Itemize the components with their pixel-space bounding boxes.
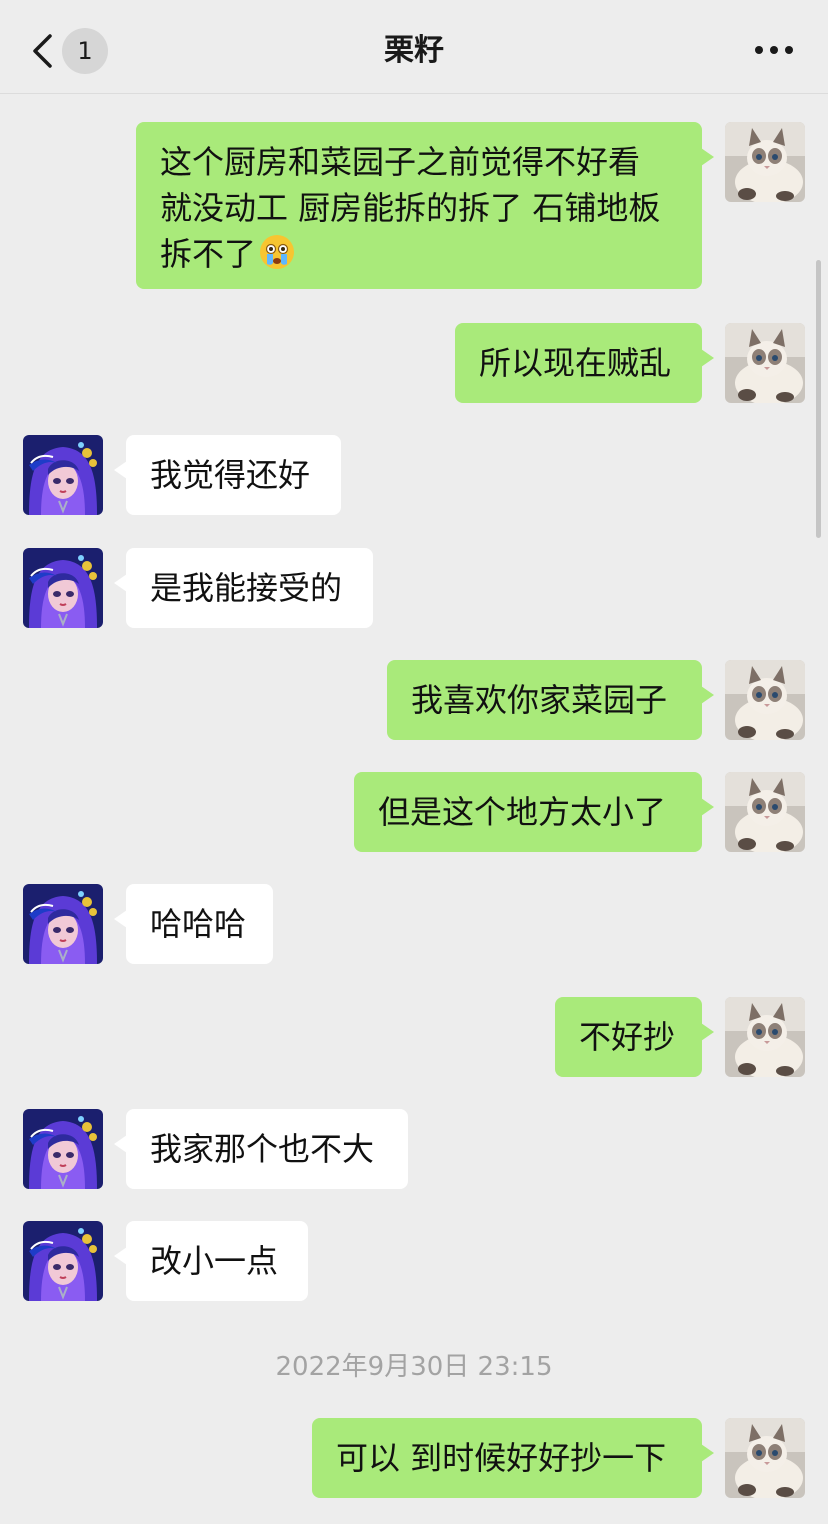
chat-header: 1 栗籽 <box>0 0 828 94</box>
message-bubble-sent[interactable]: 这个厨房和菜园子之前觉得不好看 就没动工 厨房能拆的拆了 石铺地板 拆不了 <box>136 122 714 289</box>
message-bubble-received[interactable]: 改小一点 <box>114 1221 308 1301</box>
anime-girl-avatar[interactable] <box>23 884 103 964</box>
cat-avatar[interactable] <box>725 772 805 852</box>
message-timestamp: 2022年9月30日 23:15 <box>275 1352 553 1382</box>
message-bubble-received[interactable]: 我家那个也不大 <box>114 1109 408 1189</box>
message-bubble-received[interactable]: 哈哈哈 <box>114 884 273 964</box>
cat-avatar[interactable] <box>725 1418 805 1498</box>
crying-face-emoji <box>260 235 295 269</box>
more-horizontal-icon[interactable] <box>752 38 796 62</box>
message-bubble-sent[interactable]: 我喜欢你家菜园子 <box>387 660 714 740</box>
message-bubble-sent[interactable]: 所以现在贼乱 <box>455 323 714 403</box>
scrollbar[interactable] <box>816 260 821 538</box>
cat-avatar[interactable] <box>725 122 805 202</box>
anime-girl-avatar[interactable] <box>23 1221 103 1301</box>
anime-girl-avatar[interactable] <box>23 548 103 628</box>
message-bubble-sent[interactable]: 但是这个地方太小了 <box>354 772 714 852</box>
cat-avatar[interactable] <box>725 997 805 1077</box>
anime-girl-avatar[interactable] <box>23 1109 103 1189</box>
message-bubble-received[interactable]: 我觉得还好 <box>114 435 341 515</box>
anime-girl-avatar[interactable] <box>23 435 103 515</box>
message-list[interactable]: 这个厨房和菜园子之前觉得不好看 就没动工 厨房能拆的拆了 石铺地板 拆不了 所以… <box>0 94 828 1524</box>
cat-avatar[interactable] <box>725 660 805 740</box>
message-bubble-sent[interactable]: 可以 到时候好好抄一下 <box>312 1418 714 1498</box>
cat-avatar[interactable] <box>725 323 805 403</box>
chat-title: 栗籽 <box>384 33 444 68</box>
message-bubble-sent[interactable]: 不好抄 <box>555 997 714 1077</box>
chevron-left-icon[interactable] <box>28 33 56 69</box>
message-bubble-received[interactable]: 是我能接受的 <box>114 548 373 628</box>
unread-count-badge[interactable]: 1 <box>62 28 108 74</box>
message-text: 这个厨房和菜园子之前觉得不好看 就没动工 厨房能拆的拆了 石铺地板 拆不了 <box>160 143 661 273</box>
